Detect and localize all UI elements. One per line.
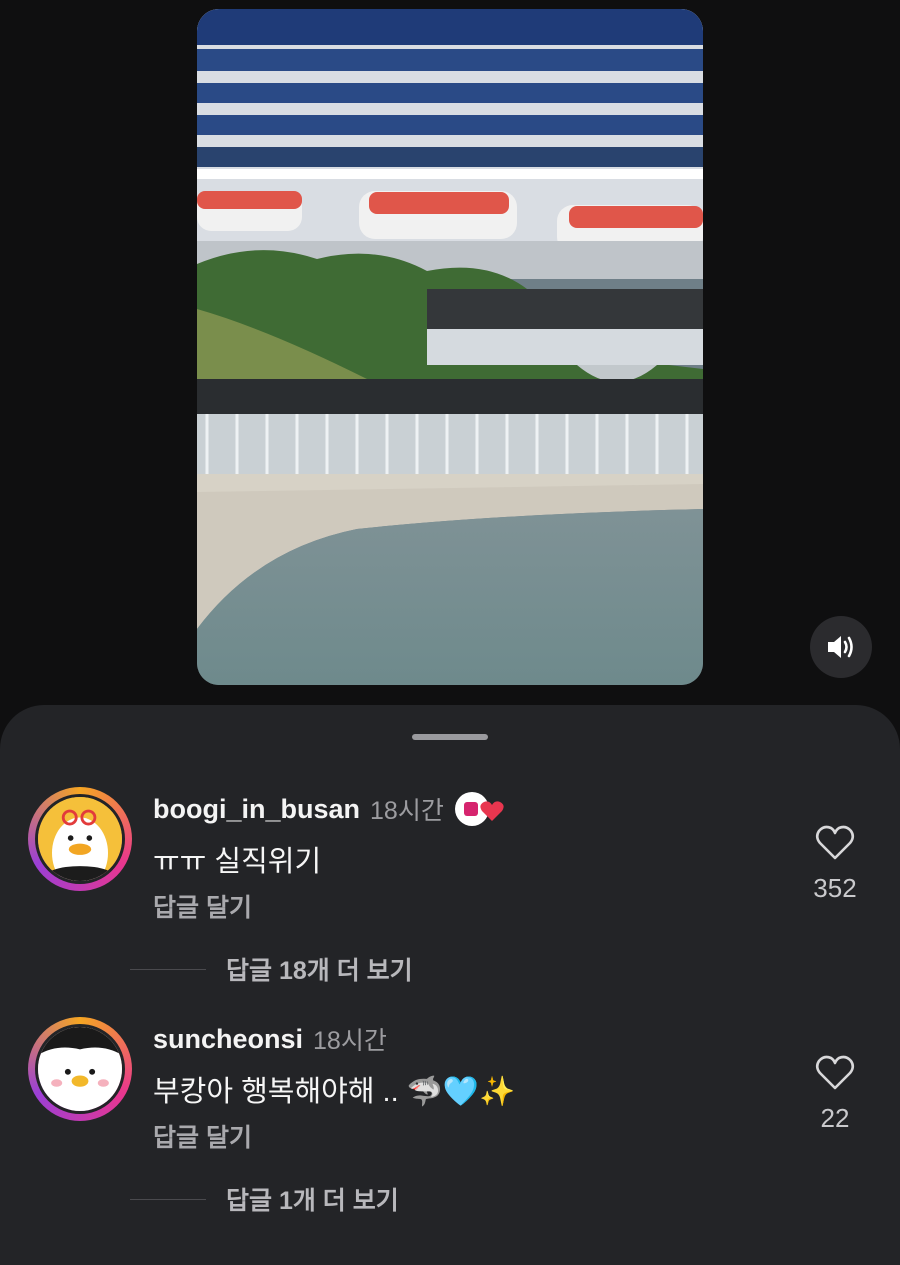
comment-text: 부캉아 행복해야해 .. 🦈🩵✨ (153, 1076, 516, 1108)
creator-heart-badge-icon (454, 792, 504, 826)
like-count: 22 (820, 1103, 850, 1133)
seagull-avatar-icon (38, 797, 122, 881)
comment-time: 18시간 (370, 797, 444, 825)
video-frame (197, 9, 703, 685)
like-button[interactable]: 22 (795, 1055, 875, 1134)
like-button[interactable]: 352 (795, 825, 875, 904)
avatar[interactable] (28, 787, 132, 891)
reply-button[interactable]: 답글 달기 (153, 1118, 252, 1154)
divider (130, 1198, 206, 1200)
comment-username[interactable]: suncheonsi (153, 1024, 303, 1055)
comment-text: ㅠㅠ 실직위기 (153, 846, 322, 878)
chick-avatar-icon (38, 1027, 122, 1111)
view-more-replies-button[interactable]: 답글 18개 더 보기 (130, 951, 413, 987)
more-replies-label: 답글 1개 더 보기 (226, 1187, 399, 1215)
sheet-drag-handle[interactable] (412, 734, 488, 740)
speaker-icon (828, 636, 853, 658)
comment-username[interactable]: boogi_in_busan (153, 794, 360, 825)
heart-icon (815, 825, 855, 860)
heart-icon (815, 1055, 855, 1090)
avatar[interactable] (28, 1017, 132, 1121)
comment-time: 18시간 (313, 1027, 387, 1055)
like-count: 352 (813, 873, 857, 903)
video-player[interactable] (197, 9, 703, 685)
view-more-replies-button[interactable]: 답글 1개 더 보기 (130, 1181, 399, 1217)
more-replies-label: 답글 18개 더 보기 (226, 957, 413, 985)
sound-toggle-button[interactable] (810, 616, 872, 678)
reply-button[interactable]: 답글 달기 (153, 888, 252, 924)
divider (130, 968, 206, 970)
comment-sheet: boogi_in_busan 18시간 ㅠㅠ 실직위기 답글 달기 352 답글… (0, 705, 900, 1265)
